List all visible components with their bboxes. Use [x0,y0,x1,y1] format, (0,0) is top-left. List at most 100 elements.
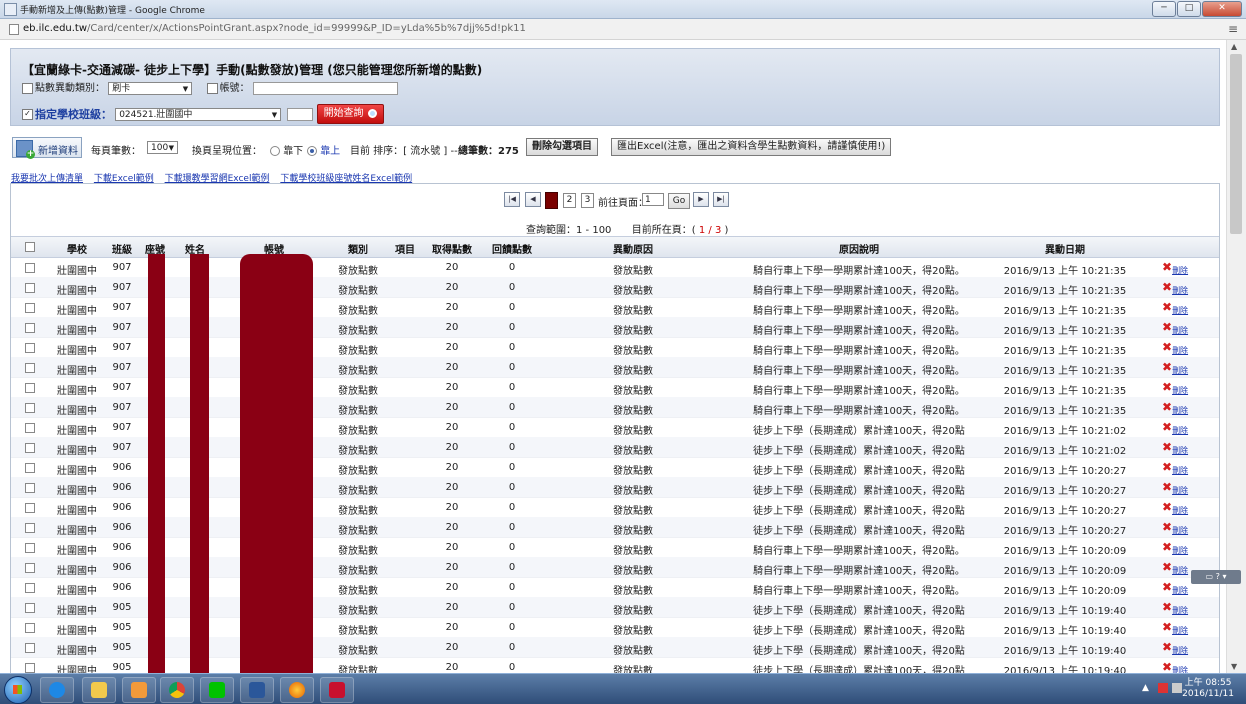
delete-link[interactable]: 刪除 [1172,306,1188,315]
delete-icon[interactable]: ✖ [1162,580,1172,594]
row-delete[interactable]: ✖刪除 [1162,560,1188,576]
select-all-checkbox[interactable] [25,242,35,252]
add-record-button[interactable]: 新增資料 [12,137,82,159]
delete-icon[interactable]: ✖ [1162,600,1172,614]
close-button[interactable]: ✕ [1202,1,1242,17]
delete-icon[interactable]: ✖ [1162,260,1172,274]
delete-link[interactable]: 刪除 [1172,626,1188,635]
delete-icon[interactable]: ✖ [1162,460,1172,474]
delete-link[interactable]: 刪除 [1172,326,1188,335]
start-button[interactable] [4,676,32,704]
page-2-button[interactable]: 2 [563,193,576,208]
address-bar[interactable]: eb.ilc.edu.tw/Card/center/x/ActionsPoint… [0,19,1246,40]
delete-link[interactable]: 刪除 [1172,286,1188,295]
row-checkbox[interactable] [25,503,35,513]
row-checkbox[interactable] [25,563,35,573]
delete-icon[interactable]: ✖ [1162,660,1172,673]
col-description[interactable]: 原因說明 [839,241,879,256]
url-text[interactable]: eb.ilc.edu.tw/Card/center/x/ActionsPoint… [23,23,526,34]
tray-arrow-icon[interactable]: ▲ [1142,683,1152,693]
row-checkbox[interactable] [25,483,35,493]
go-button[interactable]: Go [668,193,690,209]
delete-link[interactable]: 刪除 [1172,466,1188,475]
minimize-button[interactable]: ─ [1152,1,1176,17]
row-delete[interactable]: ✖刪除 [1162,520,1188,536]
col-class[interactable]: 班級 [112,241,132,256]
delete-link[interactable]: 刪除 [1172,346,1188,355]
help-widget-icon[interactable]: ▭ ? ▾ [1191,570,1241,584]
row-delete[interactable]: ✖刪除 [1162,360,1188,376]
chrome-menu-icon[interactable]: ≡ [1228,22,1238,36]
delete-icon[interactable]: ✖ [1162,540,1172,554]
delete-link[interactable]: 刪除 [1172,566,1188,575]
row-delete[interactable]: ✖刪除 [1162,500,1188,516]
next-page-icon[interactable]: ▶ [693,192,709,207]
export-excel-button[interactable]: 匯出Excel(注意，匯出之資料含學生點數資料，請謹慎使用!) [611,138,892,156]
row-checkbox[interactable] [25,603,35,613]
maximize-button[interactable]: □ [1177,1,1201,17]
row-checkbox[interactable] [25,623,35,633]
row-checkbox[interactable] [25,323,35,333]
row-delete[interactable]: ✖刪除 [1162,400,1188,416]
taskbar-chrome[interactable] [160,677,194,703]
delete-link[interactable]: 刪除 [1172,646,1188,655]
col-points[interactable]: 取得點數 [432,241,472,256]
row-checkbox[interactable] [25,523,35,533]
delete-icon[interactable]: ✖ [1162,300,1172,314]
delete-icon[interactable]: ✖ [1162,440,1172,454]
taskbar-line[interactable] [200,677,234,703]
row-delete[interactable]: ✖刪除 [1162,640,1188,656]
row-checkbox[interactable] [25,343,35,353]
delete-icon[interactable]: ✖ [1162,500,1172,514]
delete-link[interactable]: 刪除 [1172,486,1188,495]
row-delete[interactable]: ✖刪除 [1162,660,1188,673]
scroll-down-icon[interactable]: ▼ [1231,662,1237,671]
delete-icon[interactable]: ✖ [1162,620,1172,634]
taskbar-media[interactable] [122,677,156,703]
delete-link[interactable]: 刪除 [1172,386,1188,395]
delete-icon[interactable]: ✖ [1162,420,1172,434]
delete-link[interactable]: 刪除 [1172,666,1188,673]
school-select[interactable]: 024521.壯圍國中 ▼ [115,107,282,121]
row-delete[interactable]: ✖刪除 [1162,340,1188,356]
taskbar-explorer[interactable] [82,677,116,703]
row-checkbox[interactable] [25,423,35,433]
row-checkbox[interactable] [25,663,35,673]
row-checkbox[interactable] [25,543,35,553]
row-delete[interactable]: ✖刪除 [1162,460,1188,476]
row-checkbox[interactable] [25,263,35,273]
page-size-select[interactable]: 100 ▼ [147,141,178,154]
row-checkbox[interactable] [25,443,35,453]
delete-link[interactable]: 刪除 [1172,266,1188,275]
network-icon[interactable] [1158,683,1168,693]
clock[interactable]: 上午 08:55 2016/11/11 [1182,678,1234,700]
row-checkbox[interactable] [25,303,35,313]
row-checkbox[interactable] [25,463,35,473]
type-filter-checkbox[interactable] [22,82,33,94]
delete-link[interactable]: 刪除 [1172,606,1188,615]
row-checkbox[interactable] [25,583,35,593]
row-checkbox[interactable] [25,383,35,393]
row-checkbox[interactable] [25,403,35,413]
delete-icon[interactable]: ✖ [1162,320,1172,334]
col-category[interactable]: 類別 [348,241,368,256]
taskbar-acrobat[interactable] [320,677,354,703]
row-delete[interactable]: ✖刪除 [1162,580,1188,596]
delete-link[interactable]: 刪除 [1172,406,1188,415]
delete-icon[interactable]: ✖ [1162,400,1172,414]
delete-icon[interactable]: ✖ [1162,360,1172,374]
col-school[interactable]: 學校 [67,241,87,256]
row-delete[interactable]: ✖刪除 [1162,600,1188,616]
last-page-icon[interactable]: ▶| [713,192,729,207]
row-checkbox[interactable] [25,363,35,373]
delete-icon[interactable]: ✖ [1162,340,1172,354]
page-3-button[interactable]: 3 [581,193,594,208]
delete-selected-button[interactable]: 刪除勾選項目 [526,138,598,156]
row-checkbox[interactable] [25,643,35,653]
volume-icon[interactable] [1172,683,1182,693]
account-filter-checkbox[interactable] [206,82,218,94]
delete-link[interactable]: 刪除 [1172,506,1188,515]
row-delete[interactable]: ✖刪除 [1162,380,1188,396]
col-reason[interactable]: 異動原因 [613,241,653,256]
delete-link[interactable]: 刪除 [1172,586,1188,595]
